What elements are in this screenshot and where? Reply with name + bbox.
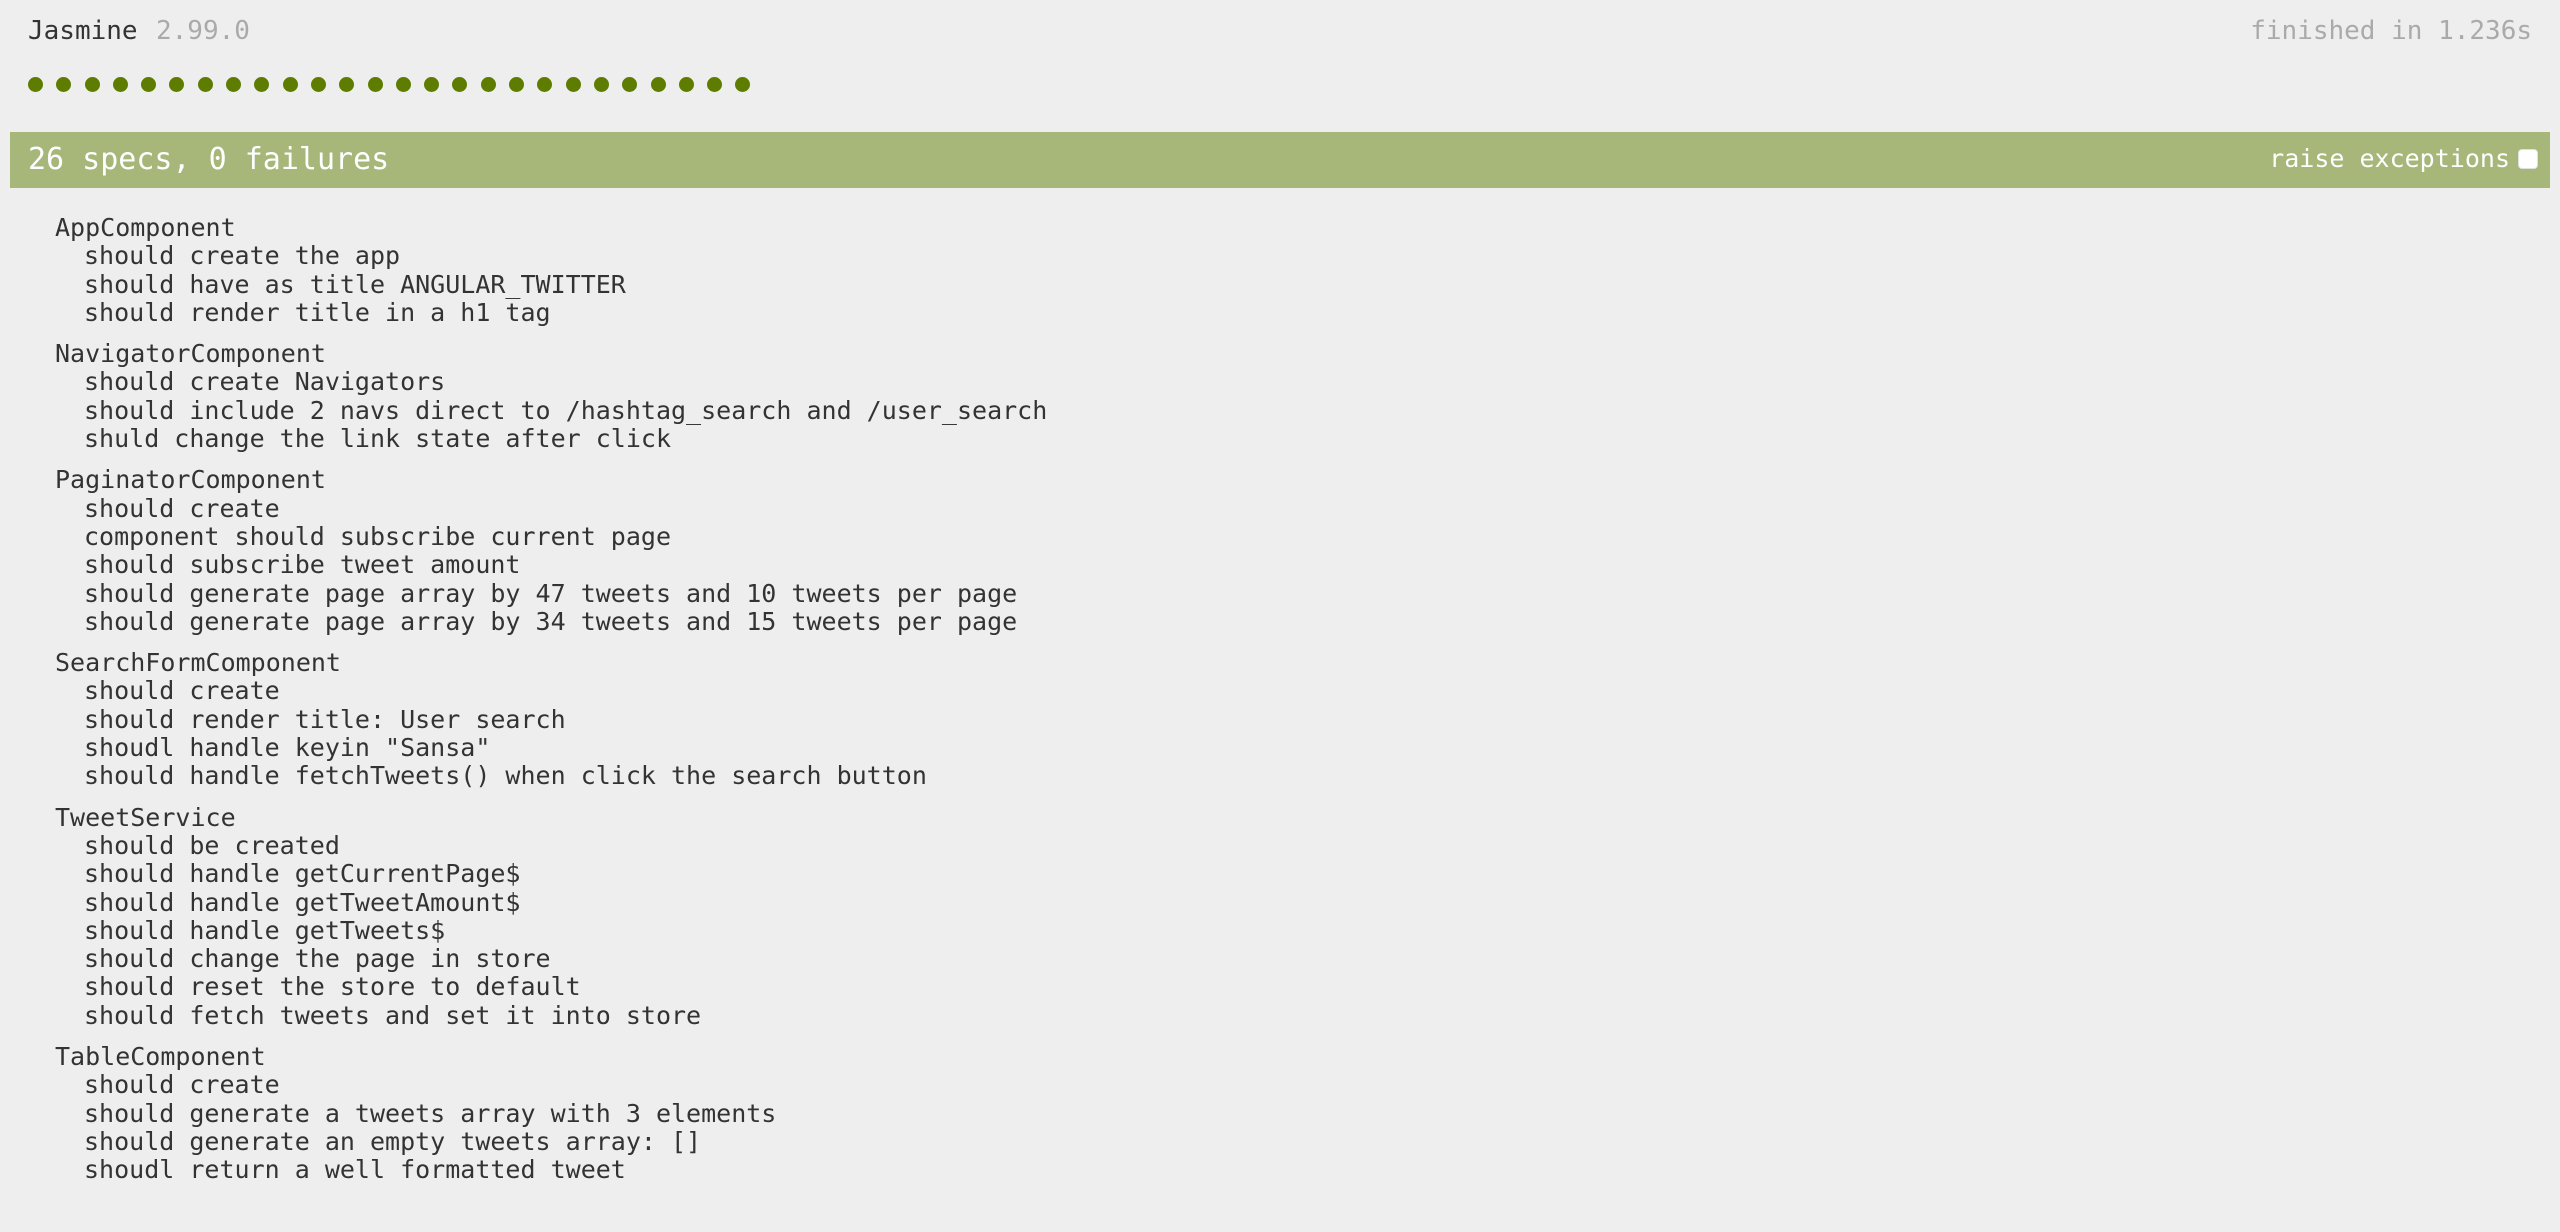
spec-link[interactable]: should generate an empty tweets array: [… (55, 1127, 1047, 1156)
spec-passed-dot[interactable] (678, 77, 694, 92)
spec-link[interactable]: shoudl return a well formatted tweet (55, 1155, 1047, 1184)
spec-passed-dot[interactable] (480, 77, 496, 92)
suite-name-link[interactable]: PaginatorComponent (55, 466, 1047, 495)
spec-link[interactable]: should handle getTweetAmount$ (55, 888, 1047, 917)
spec-passed-dot[interactable] (197, 77, 213, 92)
spec-link[interactable]: should generate page array by 47 tweets … (55, 579, 1047, 608)
spec-link[interactable]: should create Navigators (55, 368, 1047, 397)
spec-link[interactable]: should create the app (55, 241, 1047, 270)
suite: TweetService should be created should hand… (55, 803, 1047, 1030)
banner: Jasmine 2.99.0 finished in 1.236s (28, 12, 2532, 52)
spec-link[interactable]: should have as title ANGULAR_TWITTER (55, 270, 1047, 299)
spec-passed-dot[interactable] (593, 77, 609, 92)
suite: AppComponent should create the app should … (55, 213, 1047, 327)
suite-name-link[interactable]: SearchFormComponent (55, 648, 1047, 677)
spec-passed-dot[interactable] (28, 77, 43, 92)
spec-passed-dot[interactable] (650, 77, 666, 92)
app-title: Jasmine (28, 16, 138, 46)
spec-passed-dot[interactable] (537, 77, 553, 92)
spec-link[interactable]: should include 2 navs direct to /hashtag… (55, 396, 1047, 425)
spec-link[interactable]: should render title: User search (55, 705, 1047, 734)
spec-passed-dot[interactable] (282, 77, 298, 92)
spec-passed-dot[interactable] (707, 77, 723, 92)
spec-passed-dot[interactable] (339, 77, 355, 92)
spec-link[interactable]: should handle getCurrentPage$ (55, 859, 1047, 888)
spec-link[interactable]: shoudl handle keyin "Sansa" (55, 733, 1047, 762)
spec-link[interactable]: should handle getTweets$ (55, 916, 1047, 945)
raise-exceptions-label: raise exceptions (2269, 144, 2510, 173)
suite-name-link[interactable]: NavigatorComponent (55, 339, 1047, 368)
spec-link[interactable]: should handle fetchTweets() when click t… (55, 762, 1047, 791)
specs-summary-link[interactable]: 26 specs, 0 failures (28, 142, 389, 177)
spec-link[interactable]: should be created (55, 831, 1047, 860)
spec-passed-dot[interactable] (112, 77, 128, 92)
suite: SearchFormComponent should create should r… (55, 648, 1047, 791)
spec-passed-dot[interactable] (141, 77, 157, 92)
spec-link[interactable]: should subscribe tweet amount (55, 550, 1047, 579)
suite: NavigatorComponent should create Navigato… (55, 339, 1047, 453)
raise-exceptions-checkbox[interactable] (2518, 148, 2538, 169)
jasmine-reporter: Jasmine 2.99.0 finished in 1.236s 26 spe… (0, 0, 2560, 1232)
suite-name-link[interactable]: TweetService (55, 803, 1047, 832)
spec-link[interactable]: should generate a tweets array with 3 el… (55, 1099, 1047, 1128)
spec-link[interactable]: should render title in a h1 tag (55, 298, 1047, 327)
spec-passed-dot[interactable] (367, 77, 383, 92)
spec-link[interactable]: should create (55, 1071, 1047, 1100)
duration-label: finished in 1.236s (2250, 16, 2532, 46)
spec-link[interactable]: component should subscribe current page (55, 522, 1047, 551)
suite-name-link[interactable]: AppComponent (55, 213, 1047, 242)
suite-summary: AppComponent should create the app should … (55, 213, 1047, 1198)
spec-passed-dot[interactable] (226, 77, 242, 92)
suite: PaginatorComponent should create component… (55, 466, 1047, 636)
spec-link[interactable]: should generate page array by 34 tweets … (55, 607, 1047, 636)
spec-passed-dot[interactable] (735, 77, 751, 92)
spec-link[interactable]: should change the page in store (55, 944, 1047, 973)
spec-passed-dot[interactable] (310, 77, 326, 92)
spec-link[interactable]: should create (55, 677, 1047, 706)
spec-link[interactable]: should reset the store to default (55, 973, 1047, 1002)
raise-exceptions-toggle[interactable]: raise exceptions (2269, 144, 2538, 173)
spec-passed-dot[interactable] (424, 77, 440, 92)
spec-passed-dot[interactable] (56, 77, 72, 92)
version-label: 2.99.0 (156, 16, 250, 46)
spec-passed-dot[interactable] (84, 77, 100, 92)
suite: TableComponent should create should genera… (55, 1042, 1047, 1184)
suite-name-link[interactable]: TableComponent (55, 1042, 1047, 1071)
spec-link[interactable]: should fetch tweets and set it into stor… (55, 1001, 1047, 1030)
spec-passed-dot[interactable] (565, 77, 581, 92)
spec-passed-dot[interactable] (395, 77, 411, 92)
spec-passed-dot[interactable] (622, 77, 638, 92)
overall-status-bar: 26 specs, 0 failures raise exceptions (10, 132, 2550, 188)
spec-link[interactable]: shuld change the link state after click (55, 424, 1047, 453)
spec-passed-dot[interactable] (452, 77, 468, 92)
spec-passed-dot[interactable] (509, 77, 525, 92)
spec-status-dots (28, 77, 764, 92)
spec-passed-dot[interactable] (254, 77, 270, 92)
spec-passed-dot[interactable] (169, 77, 185, 92)
spec-link[interactable]: should create (55, 494, 1047, 523)
